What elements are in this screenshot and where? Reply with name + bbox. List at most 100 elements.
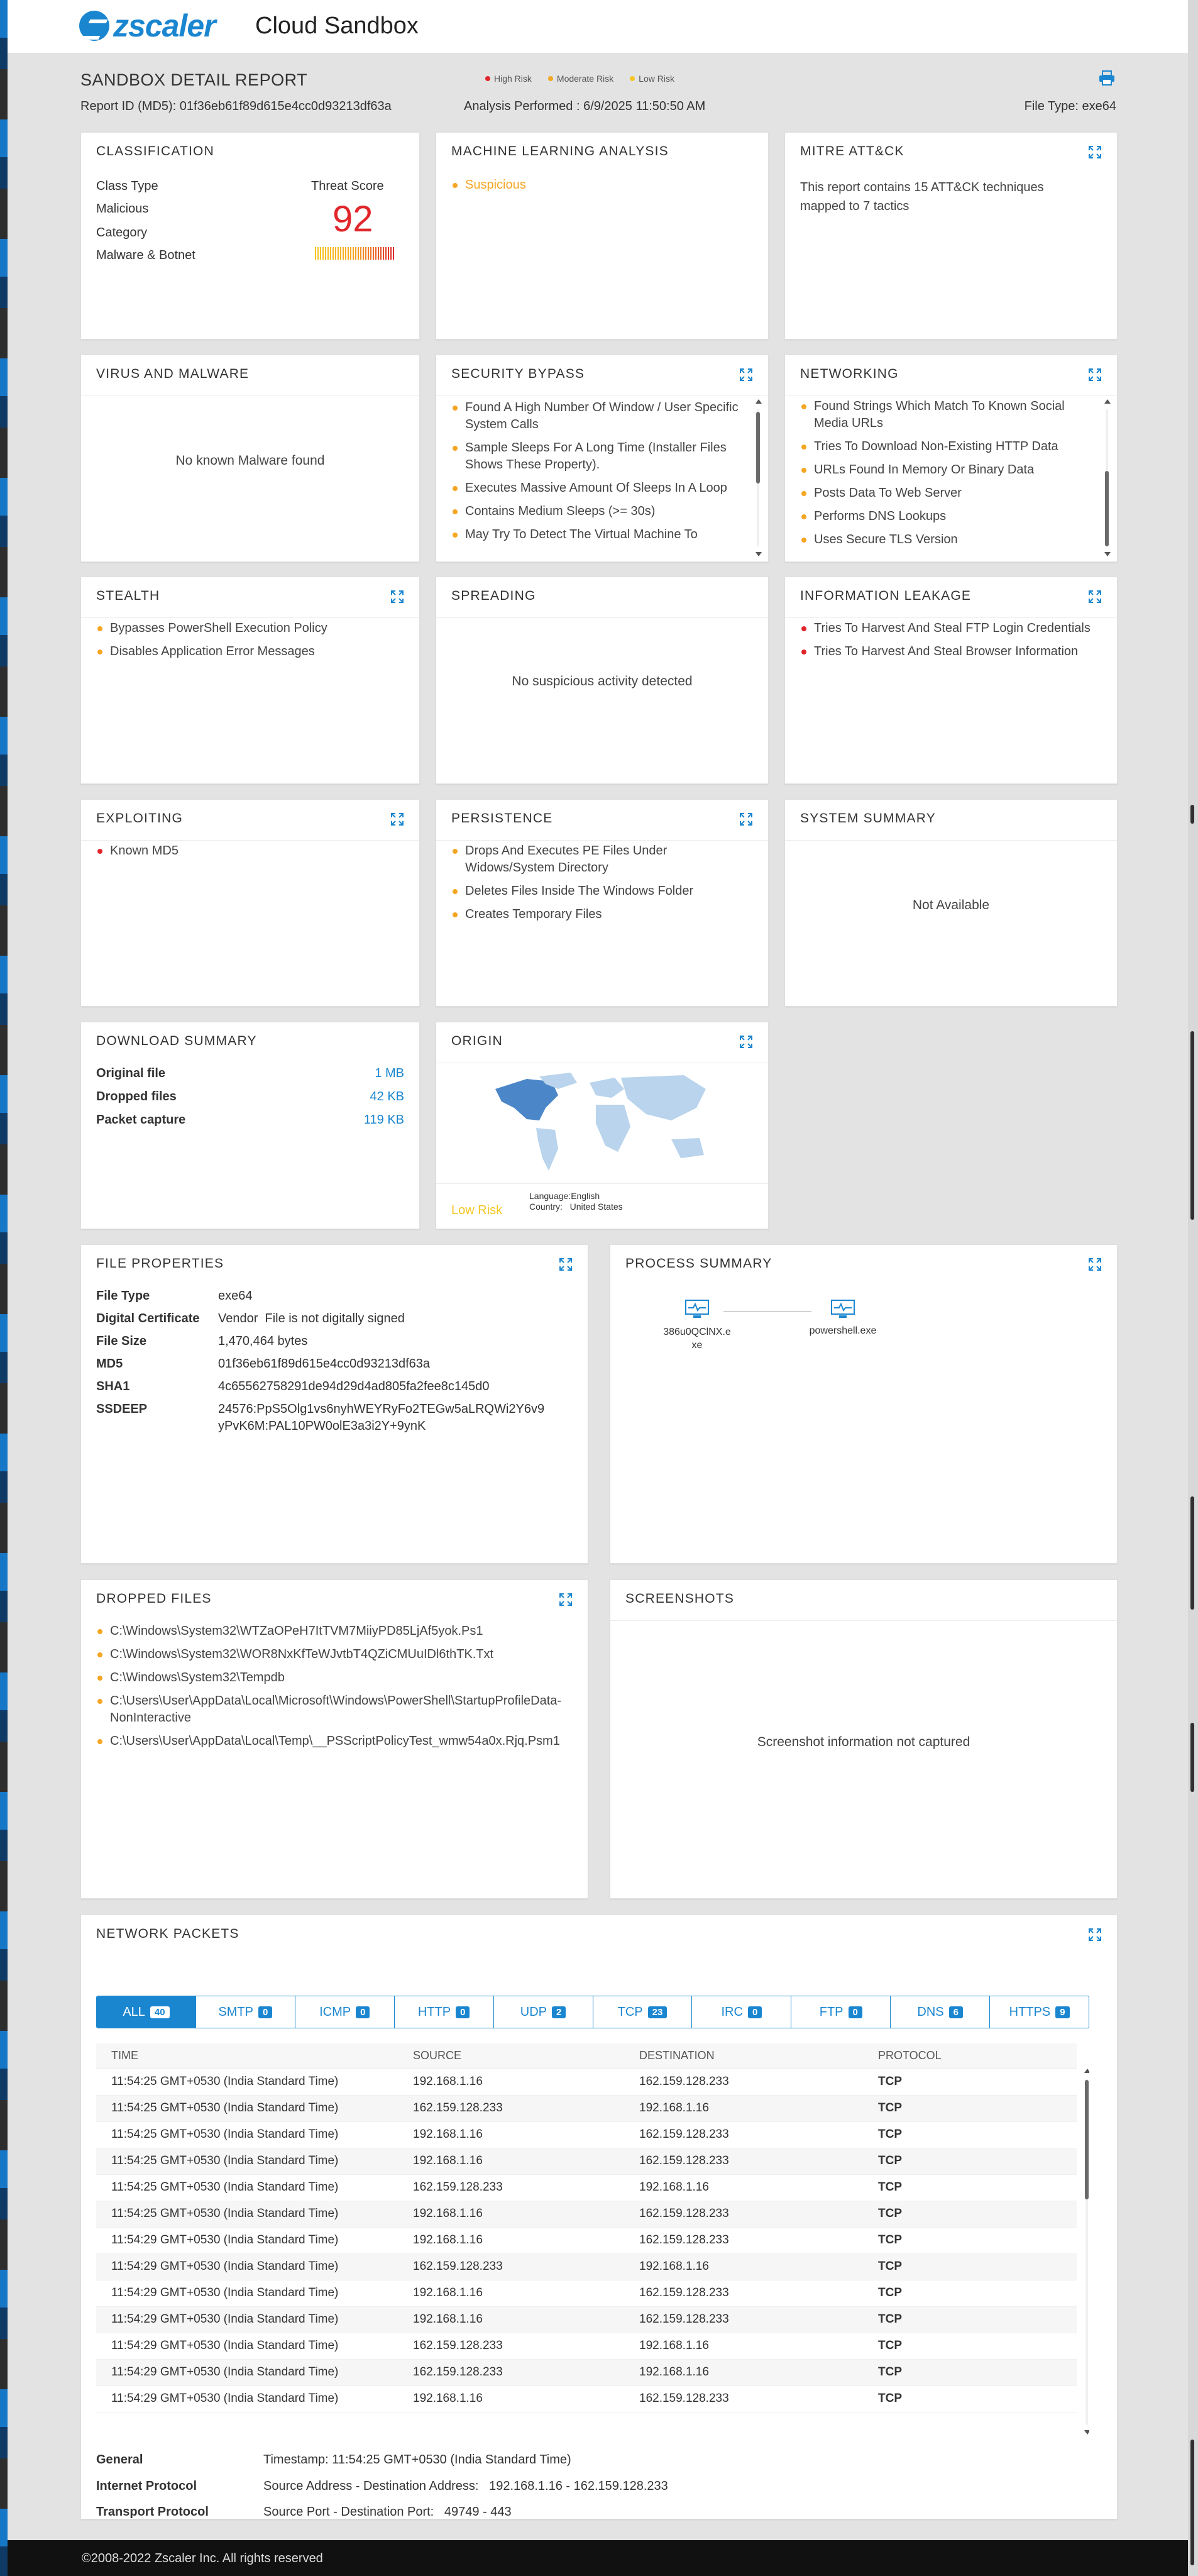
- tab-udp[interactable]: UDP 2: [493, 1996, 593, 2028]
- spreading-message: No suspicious activity detected: [512, 674, 693, 688]
- tab-count: 0: [356, 2006, 370, 2018]
- expand-icon[interactable]: [739, 368, 753, 382]
- process-node-monitor-icon[interactable]: [684, 1299, 710, 1319]
- cell-destination: 192.168.1.16: [624, 2174, 863, 2201]
- card-divider: [610, 1620, 1117, 1621]
- packets-table: TIME SOURCE DESTINATION PROTOCOL 11:54:2…: [96, 2043, 1089, 2435]
- list-scrollbar[interactable]: [756, 399, 762, 556]
- tab-all[interactable]: ALL 40: [97, 1996, 196, 2028]
- tab-ftp[interactable]: FTP 0: [791, 1996, 891, 2028]
- cell-protocol: TCP: [863, 2359, 1077, 2386]
- list-item: C:\Windows\System32\WTZaOPeH7ItTVM7MiiyP…: [96, 1623, 565, 1640]
- tab-http[interactable]: HTTP 0: [394, 1996, 494, 2028]
- table-row[interactable]: 11:54:25 GMT+0530 (India Standard Time) 1…: [96, 2201, 1077, 2228]
- list-item: Bypasses PowerShell Execution Policy: [96, 620, 397, 637]
- left-edge-strip: [0, 0, 8, 2576]
- table-row[interactable]: 11:54:25 GMT+0530 (India Standard Time) 1…: [96, 2121, 1077, 2148]
- expand-icon[interactable]: [1088, 1928, 1102, 1942]
- table-header-row: TIME SOURCE DESTINATION PROTOCOL: [96, 2043, 1077, 2069]
- print-icon[interactable]: [1099, 70, 1115, 86]
- col-source[interactable]: SOURCE: [398, 2043, 624, 2069]
- tab-tcp[interactable]: TCP 23: [593, 1996, 693, 2028]
- zscaler-logo[interactable]: zscaler: [79, 8, 216, 44]
- cell-source: 162.159.128.233: [398, 2253, 624, 2280]
- expand-icon[interactable]: [390, 590, 404, 604]
- table-row[interactable]: 11:54:29 GMT+0530 (India Standard Time) 1…: [96, 2359, 1077, 2386]
- expand-icon[interactable]: [1088, 368, 1102, 382]
- table-row[interactable]: 11:54:25 GMT+0530 (India Standard Time) 1…: [96, 2095, 1077, 2122]
- card-title: DROPPED FILES: [96, 1591, 212, 1606]
- expand-icon[interactable]: [390, 812, 404, 826]
- packet-capture-link[interactable]: 119 KB: [364, 1113, 404, 1127]
- expand-icon[interactable]: [739, 1035, 753, 1049]
- card-title: EXPLOITING: [96, 811, 184, 826]
- security-bypass-list-viewport: Found A High Number Of Window / User Spe…: [436, 397, 768, 556]
- cell-source: 162.159.128.233: [398, 2333, 624, 2360]
- dropped-files-link[interactable]: 42 KB: [370, 1090, 404, 1104]
- table-row[interactable]: 11:54:25 GMT+0530 (India Standard Time) 1…: [96, 2148, 1077, 2175]
- card-divider: [81, 617, 419, 618]
- card-title: SPREADING: [451, 589, 536, 603]
- col-time[interactable]: TIME: [96, 2043, 398, 2069]
- card-title: ORIGIN: [451, 1034, 503, 1048]
- cell-time: 11:54:25 GMT+0530 (India Standard Time): [96, 2069, 398, 2096]
- expand-icon[interactable]: [1088, 1258, 1102, 1271]
- legend-high: High Risk: [485, 74, 532, 84]
- table-row[interactable]: 11:54:29 GMT+0530 (India Standard Time) 1…: [96, 2306, 1077, 2333]
- cell-protocol: TCP: [863, 2174, 1077, 2201]
- origin-card: ORIGIN Low Risk Language:English Country…: [436, 1022, 769, 1229]
- table-row[interactable]: 11:54:25 GMT+0530 (India Standard Time) 1…: [96, 2174, 1077, 2201]
- table-row[interactable]: 11:54:29 GMT+0530 (India Standard Time) 1…: [96, 2385, 1077, 2413]
- report-id: Report ID (MD5): 01f36eb61f89d615e4cc0d9…: [80, 99, 392, 113]
- tab-https[interactable]: HTTPS 9: [990, 1996, 1089, 2028]
- category-label: Category: [96, 226, 148, 240]
- expand-icon[interactable]: [559, 1258, 573, 1271]
- card-title: MACHINE LEARNING ANALYSIS: [451, 144, 669, 158]
- card-title: PERSISTENCE: [451, 811, 553, 826]
- tab-smtp[interactable]: SMTP 0: [195, 1996, 295, 2028]
- top-bar: zscaler Cloud Sandbox: [8, 0, 1188, 54]
- cell-protocol: TCP: [863, 2253, 1077, 2280]
- process-node-monitor-icon[interactable]: [830, 1299, 855, 1319]
- card-title: NETWORKING: [800, 367, 899, 381]
- table-row[interactable]: 11:54:29 GMT+0530 (India Standard Time) 1…: [96, 2333, 1077, 2360]
- table-row[interactable]: 11:54:29 GMT+0530 (India Standard Time) 1…: [96, 2253, 1077, 2280]
- original-file-link[interactable]: 1 MB: [375, 1066, 404, 1081]
- expand-icon[interactable]: [739, 812, 753, 826]
- legend-label: Low Risk: [639, 74, 674, 84]
- cell-protocol: TCP: [863, 2069, 1077, 2096]
- list-item: Drops And Executes PE Files Under Widows…: [451, 843, 745, 876]
- table-row[interactable]: 11:54:25 GMT+0530 (India Standard Time) 1…: [96, 2069, 1077, 2096]
- page-scrollbar[interactable]: [1188, 0, 1198, 2576]
- security-bypass-list: Found A High Number Of Window / User Spe…: [451, 399, 745, 550]
- networking-card: NETWORKING Found Strings Which Match To …: [784, 355, 1118, 562]
- cell-source: 192.168.1.16: [398, 2306, 624, 2333]
- tab-irc[interactable]: IRC 0: [692, 1996, 792, 2028]
- list-scrollbar[interactable]: [1104, 399, 1111, 556]
- legend-low: Low Risk: [630, 74, 674, 84]
- tab-label: DNS: [917, 2004, 944, 2019]
- expand-icon[interactable]: [1088, 145, 1102, 159]
- table-row[interactable]: 11:54:29 GMT+0530 (India Standard Time) 1…: [96, 2227, 1077, 2254]
- card-divider: [436, 617, 768, 618]
- scrollbar-thumb[interactable]: [1190, 2440, 1194, 2565]
- tab-label: FTP: [819, 2004, 844, 2019]
- tab-label: TCP: [617, 2004, 643, 2019]
- cell-source: 192.168.1.16: [398, 2121, 624, 2148]
- table-scrollbar[interactable]: [1084, 2069, 1089, 2435]
- card-title: VIRUS AND MALWARE: [96, 367, 250, 381]
- list-item: Posts Data To Web Server: [800, 485, 1094, 502]
- tab-icmp[interactable]: ICMP 0: [295, 1996, 395, 2028]
- persistence-card: PERSISTENCE Drops And Executes PE Files …: [436, 799, 769, 1007]
- table-row[interactable]: 11:54:29 GMT+0530 (India Standard Time) 1…: [96, 2280, 1077, 2307]
- list-item: Found A High Number Of Window / User Spe…: [451, 399, 745, 433]
- cell-time: 11:54:29 GMT+0530 (India Standard Time): [96, 2385, 398, 2413]
- tab-dns[interactable]: DNS 6: [891, 1996, 991, 2028]
- cell-destination: 162.159.128.233: [624, 2385, 863, 2413]
- col-destination[interactable]: DESTINATION: [624, 2043, 863, 2069]
- download-summary-card: DOWNLOAD SUMMARY Original file 1 MB Drop…: [80, 1022, 420, 1229]
- col-protocol[interactable]: PROTOCOL: [863, 2043, 1077, 2069]
- expand-icon[interactable]: [1088, 590, 1102, 604]
- expand-icon[interactable]: [559, 1593, 573, 1606]
- cell-time: 11:54:25 GMT+0530 (India Standard Time): [96, 2174, 398, 2201]
